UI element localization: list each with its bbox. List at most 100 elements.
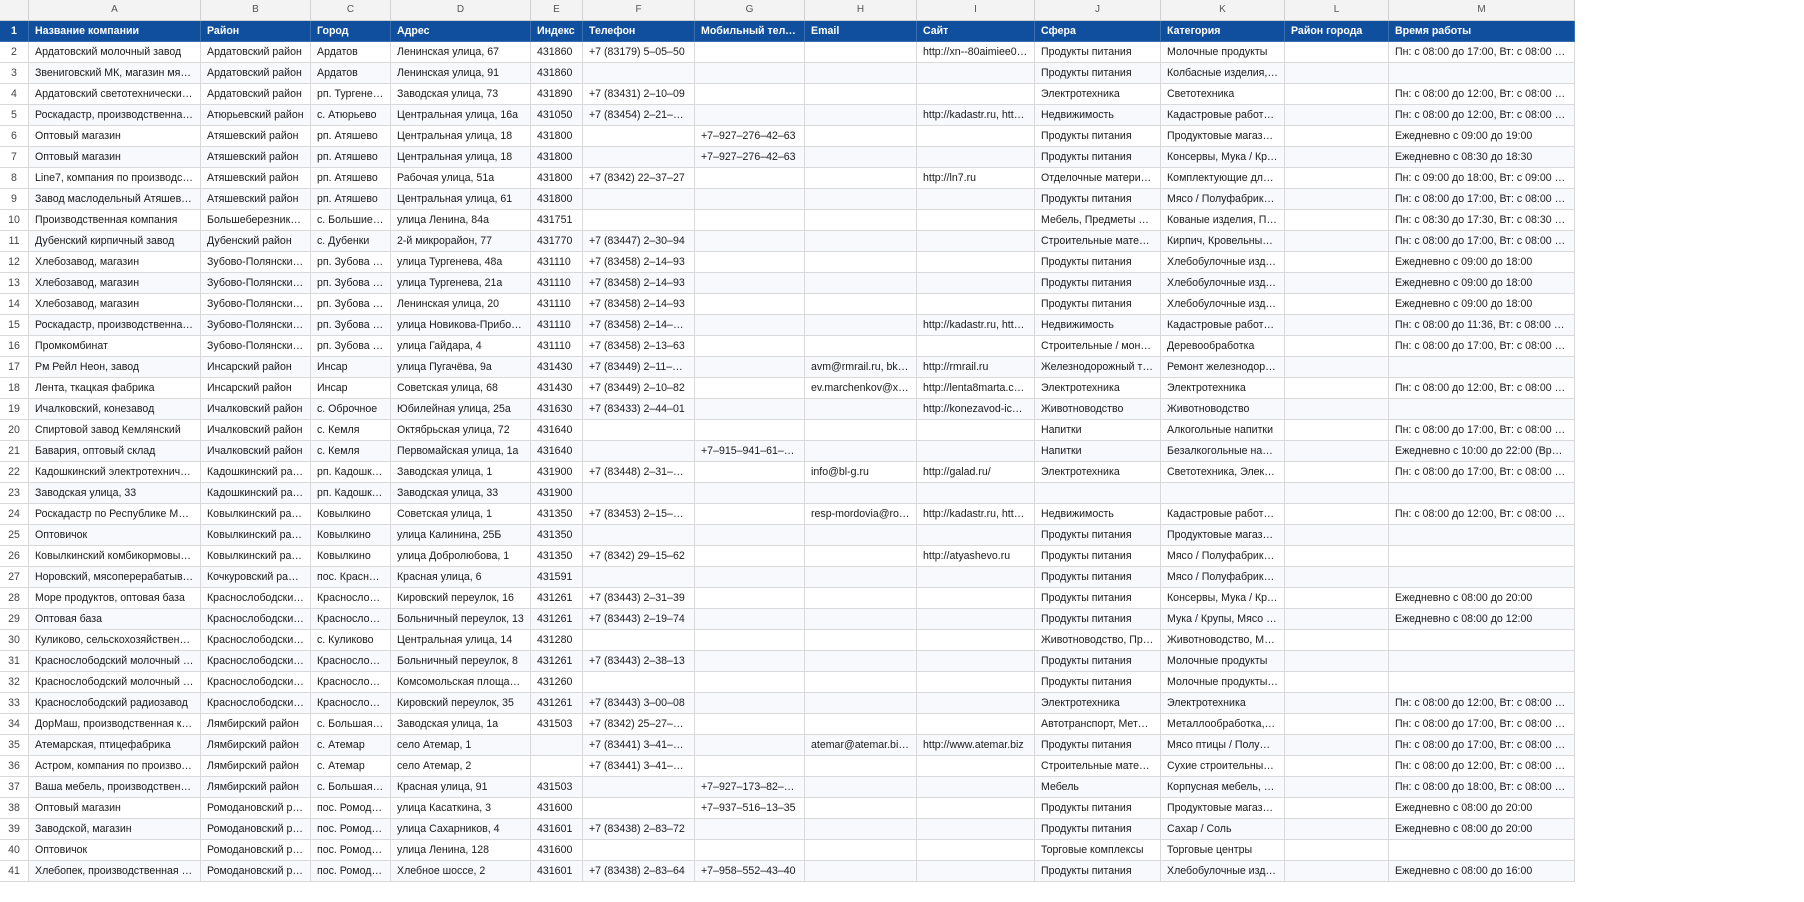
cell-f[interactable] — [583, 210, 695, 231]
cell-d[interactable]: Юбилейная улица, 25а — [391, 399, 531, 420]
cell-k[interactable]: Мясо птицы / Полуфабрик... — [1161, 735, 1285, 756]
cell-g[interactable] — [695, 399, 805, 420]
cell-h[interactable] — [805, 63, 917, 84]
cell-f[interactable] — [583, 126, 695, 147]
header-cell[interactable]: Время работы — [1389, 21, 1575, 42]
header-cell[interactable]: Мобильный телефон — [695, 21, 805, 42]
cell-h[interactable] — [805, 819, 917, 840]
cell-e[interactable]: 431350 — [531, 525, 583, 546]
cell-i[interactable] — [917, 273, 1035, 294]
cell-j[interactable]: Электротехника — [1035, 378, 1161, 399]
cell-k[interactable]: Колбасные изделия, Конд... — [1161, 63, 1285, 84]
cell-d[interactable]: Ленинская улица, 20 — [391, 294, 531, 315]
cell-e[interactable]: 431630 — [531, 399, 583, 420]
cell-f[interactable]: +7 (83454) 2–21–07, 8–... — [583, 105, 695, 126]
cell-a[interactable]: Оптовая база — [29, 609, 201, 630]
row-number[interactable]: 33 — [0, 693, 29, 714]
cell-a[interactable]: Дубенский кирпичный завод — [29, 231, 201, 252]
cell-e[interactable]: 431503 — [531, 777, 583, 798]
cell-b[interactable]: Кадошкинский район — [201, 462, 311, 483]
cell-b[interactable]: Краснослободский рай... — [201, 672, 311, 693]
header-cell[interactable]: Телефон — [583, 21, 695, 42]
cell-g[interactable]: +7–927–173–82–70, +7... — [695, 777, 805, 798]
cell-g[interactable]: +7–927–276–42–63 — [695, 126, 805, 147]
cell-c[interactable]: с. Оброчное — [311, 399, 391, 420]
cell-h[interactable] — [805, 483, 917, 504]
cell-c[interactable]: пос. Ромоданово — [311, 840, 391, 861]
cell-c[interactable]: Ардатов — [311, 42, 391, 63]
cell-c[interactable]: Краснослободск — [311, 672, 391, 693]
cell-e[interactable]: 431890 — [531, 84, 583, 105]
cell-i[interactable] — [917, 189, 1035, 210]
cell-m[interactable] — [1389, 651, 1575, 672]
cell-k[interactable]: Светотехника, Электротех... — [1161, 462, 1285, 483]
cell-e[interactable]: 431503 — [531, 714, 583, 735]
cell-g[interactable]: +7–937–516–13–35 — [695, 798, 805, 819]
cell-j[interactable]: Автотранспорт, Металлы — [1035, 714, 1161, 735]
cell-f[interactable] — [583, 189, 695, 210]
cell-f[interactable]: +7 (83458) 2–13–63 — [583, 336, 695, 357]
cell-f[interactable]: +7 (83458) 2–14–93 — [583, 294, 695, 315]
cell-h[interactable] — [805, 756, 917, 777]
cell-f[interactable] — [583, 567, 695, 588]
cell-g[interactable] — [695, 63, 805, 84]
cell-a[interactable]: Хлебозавод, магазин — [29, 294, 201, 315]
cell-f[interactable]: +7 (83443) 2–19–74 — [583, 609, 695, 630]
cell-b[interactable]: Ардатовский район — [201, 42, 311, 63]
cell-k[interactable]: Продуктовые магазины — [1161, 798, 1285, 819]
cell-g[interactable] — [695, 462, 805, 483]
cell-h[interactable] — [805, 105, 917, 126]
cell-b[interactable]: Ичалковский район — [201, 399, 311, 420]
cell-a[interactable]: Оптовый магазин — [29, 126, 201, 147]
cell-m[interactable]: Пн: с 08:00 до 17:00, Вт: с 08:00 до 17:… — [1389, 420, 1575, 441]
cell-j[interactable]: Электротехника — [1035, 84, 1161, 105]
cell-l[interactable] — [1285, 609, 1389, 630]
cell-m[interactable]: Ежедневно с 09:00 до 18:00 — [1389, 252, 1575, 273]
cell-d[interactable]: Больничный переулок, 13 — [391, 609, 531, 630]
cell-k[interactable]: Молочные продукты, Мор... — [1161, 672, 1285, 693]
cell-c[interactable]: с. Большие Бер... — [311, 210, 391, 231]
cell-e[interactable]: 431430 — [531, 378, 583, 399]
cell-k[interactable]: Кадастровые работы / Тех... — [1161, 105, 1285, 126]
cell-e[interactable]: 431280 — [531, 630, 583, 651]
cell-a[interactable]: Рм Рейл Неон, завод — [29, 357, 201, 378]
cell-i[interactable] — [917, 231, 1035, 252]
row-number[interactable]: 11 — [0, 231, 29, 252]
cell-g[interactable] — [695, 210, 805, 231]
cell-k[interactable]: Консервы, Мука / Крупы, ... — [1161, 147, 1285, 168]
cell-a[interactable]: Промкомбинат — [29, 336, 201, 357]
cell-b[interactable]: Ромодановский район — [201, 861, 311, 882]
cell-j[interactable]: Строительные материалы ... — [1035, 756, 1161, 777]
cell-e[interactable]: 431261 — [531, 651, 583, 672]
cell-e[interactable]: 431800 — [531, 189, 583, 210]
cell-l[interactable] — [1285, 105, 1389, 126]
row-number[interactable]: 37 — [0, 777, 29, 798]
row-number[interactable]: 36 — [0, 756, 29, 777]
cell-d[interactable]: Комсомольская площадь, 20 — [391, 672, 531, 693]
cell-h[interactable] — [805, 546, 917, 567]
cell-f[interactable] — [583, 63, 695, 84]
cell-f[interactable]: +7 (8342) 25–27–27, +7... — [583, 714, 695, 735]
row-number[interactable]: 17 — [0, 357, 29, 378]
cell-a[interactable]: Роскадастр по Республике Мордовия,... — [29, 504, 201, 525]
cell-a[interactable]: Кадошкинский электротехнический з... — [29, 462, 201, 483]
cell-l[interactable] — [1285, 189, 1389, 210]
cell-g[interactable] — [695, 252, 805, 273]
cell-j[interactable]: Недвижимость — [1035, 504, 1161, 525]
cell-j[interactable]: Продукты питания — [1035, 147, 1161, 168]
cell-e[interactable]: 431110 — [531, 336, 583, 357]
cell-h[interactable]: resp-mordovia@rosinv.ru — [805, 504, 917, 525]
cell-c[interactable]: с. Атемар — [311, 735, 391, 756]
cell-l[interactable] — [1285, 630, 1389, 651]
cell-j[interactable]: Продукты питания — [1035, 672, 1161, 693]
cell-g[interactable] — [695, 105, 805, 126]
cell-m[interactable]: Ежедневно с 08:00 до 20:00 — [1389, 798, 1575, 819]
cell-g[interactable] — [695, 378, 805, 399]
cell-e[interactable]: 431261 — [531, 693, 583, 714]
cell-i[interactable] — [917, 210, 1035, 231]
cell-h[interactable] — [805, 420, 917, 441]
cell-b[interactable]: Атяшевский район — [201, 147, 311, 168]
cell-d[interactable]: Больничный переулок, 8 — [391, 651, 531, 672]
cell-l[interactable] — [1285, 126, 1389, 147]
cell-e[interactable]: 431640 — [531, 441, 583, 462]
